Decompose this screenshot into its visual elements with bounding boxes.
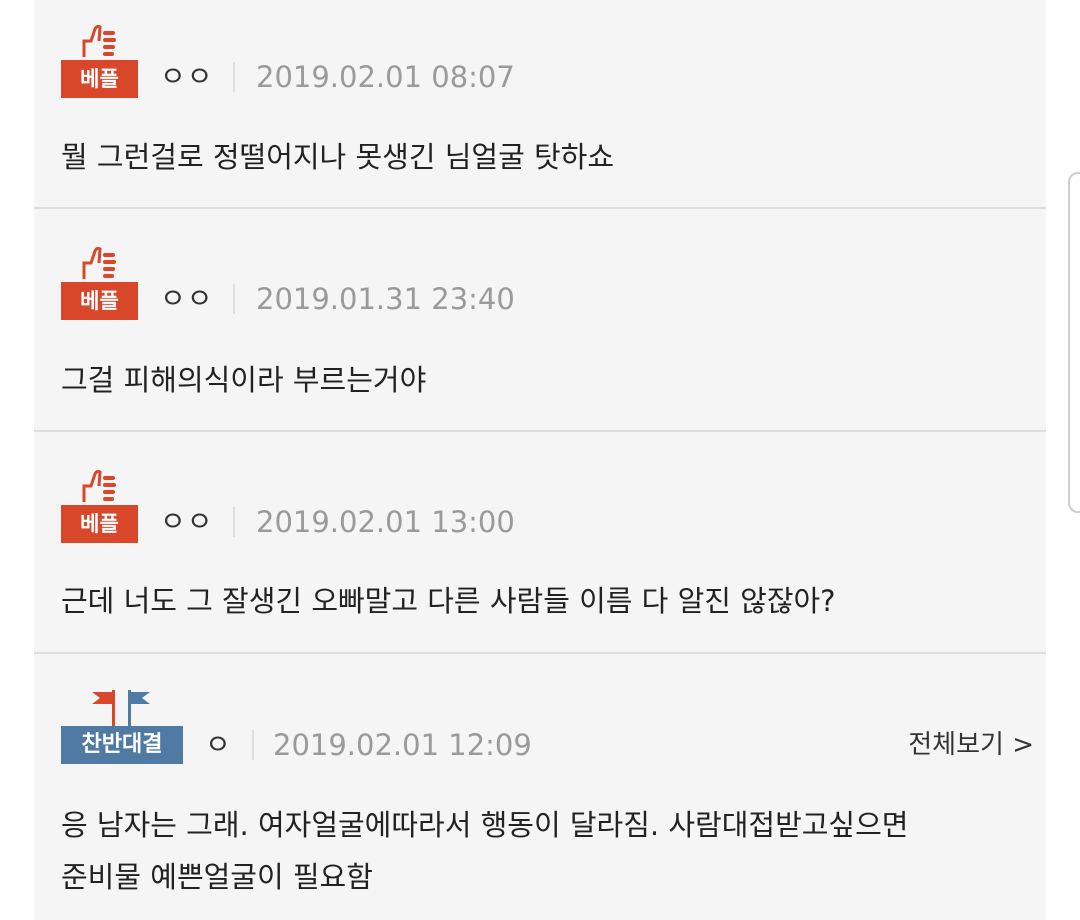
best-comment-badge: 베플 [61,60,138,98]
comment-text-line-2: 준비물 예쁜얼굴이 필요함 [61,860,373,894]
thumbs-up-icon [82,246,116,279]
comment-list: 베플 ㅇㅇ 2019.02.01 08:07 뭘 그런걸로 정떨어지나 못생긴 … [34,0,1046,920]
view-all-link[interactable]: 전체보기 > [908,726,1034,764]
comment-nickname[interactable]: ㅇㅇ [160,58,214,96]
thumbs-up-icon [82,469,116,502]
comment-nickname[interactable]: ㅇㅇ [160,280,214,318]
thumbs-up-icon [82,24,116,57]
debate-badge: 찬반대결 [61,726,183,764]
comment-timestamp: 2019.02.01 12:09 [273,728,532,762]
comment-item: 베플 ㅇㅇ 2019.02.01 13:00 근데 너도 그 잘생긴 오빠말고 … [34,432,1046,652]
comment-timestamp: 2019.02.01 13:00 [256,505,515,539]
comment-nickname[interactable]: ㅇ [205,726,232,764]
best-comment-badge: 베플 [61,282,138,320]
meta-divider [233,284,235,314]
comment-timestamp: 2019.02.01 08:07 [256,60,515,94]
comment-item: 찬반대결 ㅇ 2019.02.01 12:09 전체보기 > 응 남자는 그래.… [34,654,1046,920]
meta-divider [233,62,235,92]
comment-timestamp: 2019.01.31 23:40 [256,282,515,316]
flags-icon [92,690,150,728]
comment-text: 뭘 그런걸로 정떨어지나 못생긴 님얼굴 탓하쇼 [61,140,615,174]
page: 베플 ㅇㅇ 2019.02.01 08:07 뭘 그런걸로 정떨어지나 못생긴 … [0,0,1080,920]
meta-divider [252,730,254,760]
comment-text-line-1: 응 남자는 그래. 여자얼굴에따라서 행동이 달라짐. 사람대접받고싶으면 [61,808,909,842]
comment-nickname[interactable]: ㅇㅇ [160,503,214,541]
side-panel-handle[interactable] [1068,172,1080,513]
comment-text: 그걸 피해의식이라 부르는거야 [61,363,427,397]
best-comment-badge: 베플 [61,505,138,543]
comment-text: 근데 너도 그 잘생긴 오빠말고 다른 사람들 이름 다 알진 않잖아? [61,584,836,618]
comment-item: 베플 ㅇㅇ 2019.01.31 23:40 그걸 피해의식이라 부르는거야 [34,209,1046,430]
meta-divider [233,507,235,537]
comment-item: 베플 ㅇㅇ 2019.02.01 08:07 뭘 그런걸로 정떨어지나 못생긴 … [34,0,1046,207]
